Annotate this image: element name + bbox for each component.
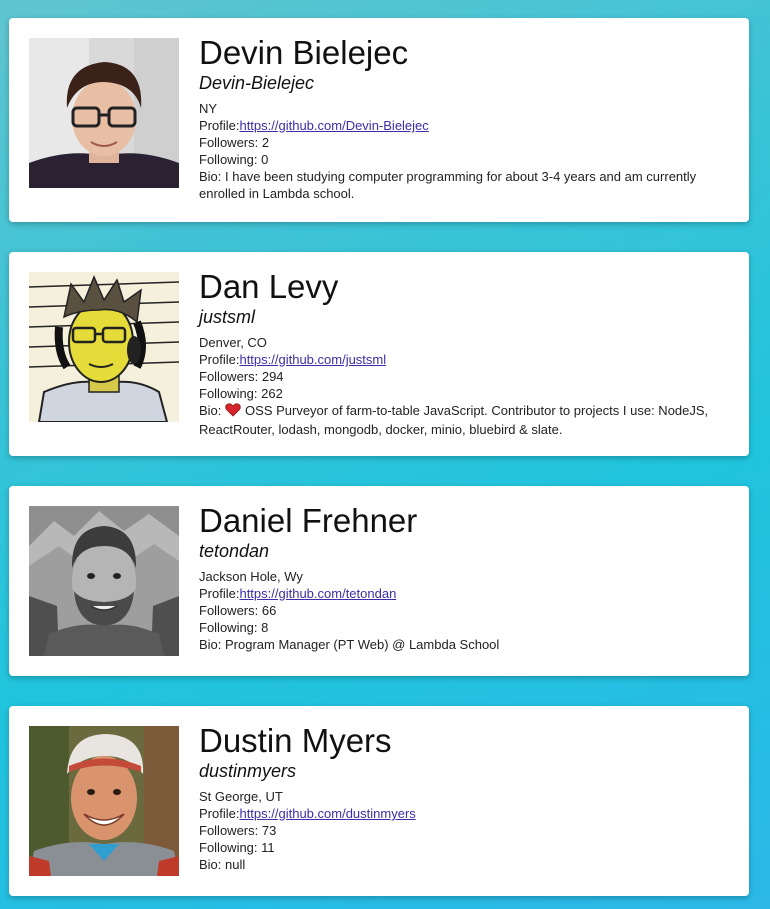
profile-label: Profile: bbox=[199, 352, 240, 367]
user-followers: Followers: 294 bbox=[199, 369, 284, 384]
user-following: Following: 11 bbox=[199, 840, 275, 855]
profile-label: Profile: bbox=[199, 586, 240, 601]
heart-icon bbox=[225, 403, 241, 421]
user-followers: Followers: 2 bbox=[199, 135, 270, 150]
user-login: dustinmyers bbox=[199, 761, 297, 781]
user-following: Following: 262 bbox=[199, 386, 283, 401]
user-avatar bbox=[29, 726, 179, 876]
user-login: Devin-Bielejec bbox=[199, 73, 315, 93]
user-location: St George, UT bbox=[199, 789, 283, 804]
user-info: Dan Levy justsml Denver, CO Profile:http… bbox=[199, 268, 729, 438]
user-avatar bbox=[29, 272, 179, 422]
user-info: Daniel Frehner tetondan Jackson Hole, Wy… bbox=[199, 502, 729, 653]
user-profile: Profile:https://github.com/justsml bbox=[199, 351, 729, 368]
user-login: tetondan bbox=[199, 541, 270, 561]
user-location: Denver, CO bbox=[199, 335, 267, 350]
profile-label: Profile: bbox=[199, 118, 240, 133]
user-profile: Profile:https://github.com/tetondan bbox=[199, 585, 729, 602]
user-name: Devin Bielejec bbox=[199, 34, 409, 71]
user-login: justsml bbox=[199, 307, 256, 327]
profile-link[interactable]: https://github.com/dustinmyers bbox=[239, 806, 415, 821]
user-card: Dustin Myers dustinmyers St George, UT P… bbox=[9, 706, 749, 896]
user-name: Daniel Frehner bbox=[199, 502, 418, 539]
bio-text: OSS Purveyor of farm-to-table JavaScript… bbox=[199, 403, 709, 437]
bio-label: Bio: bbox=[199, 403, 222, 418]
profile-link[interactable]: https://github.com/justsml bbox=[239, 352, 386, 367]
user-following: Following: 0 bbox=[199, 152, 269, 167]
user-location: Jackson Hole, Wy bbox=[199, 569, 303, 584]
user-card: Dan Levy justsml Denver, CO Profile:http… bbox=[9, 252, 749, 456]
user-profile: Profile:https://github.com/dustinmyers bbox=[199, 805, 729, 822]
user-info: Devin Bielejec Devin-Bielejec NY Profile… bbox=[199, 34, 729, 202]
user-following: Following: 8 bbox=[199, 620, 269, 635]
profile-label: Profile: bbox=[199, 806, 240, 821]
user-bio: Bio: OSS Purveyor of farm-to-table JavaS… bbox=[199, 402, 729, 438]
user-bio: Bio: Program Manager (PT Web) @ Lambda S… bbox=[199, 637, 500, 652]
user-followers: Followers: 66 bbox=[199, 603, 277, 618]
user-bio: Bio: null bbox=[199, 857, 246, 872]
profile-link[interactable]: https://github.com/Devin-Bielejec bbox=[239, 118, 428, 133]
user-avatar bbox=[29, 38, 179, 188]
user-location: NY bbox=[199, 101, 218, 116]
user-bio: Bio: I have been studying computer progr… bbox=[199, 169, 697, 201]
user-name: Dustin Myers bbox=[199, 722, 392, 759]
user-profile: Profile:https://github.com/Devin-Bieleje… bbox=[199, 117, 729, 134]
user-card: Daniel Frehner tetondan Jackson Hole, Wy… bbox=[9, 486, 749, 676]
user-avatar bbox=[29, 506, 179, 656]
user-followers: Followers: 73 bbox=[199, 823, 277, 838]
user-info: Dustin Myers dustinmyers St George, UT P… bbox=[199, 722, 729, 873]
profile-link[interactable]: https://github.com/tetondan bbox=[239, 586, 396, 601]
user-card: Devin Bielejec Devin-Bielejec NY Profile… bbox=[9, 18, 749, 222]
user-name: Dan Levy bbox=[199, 268, 339, 305]
